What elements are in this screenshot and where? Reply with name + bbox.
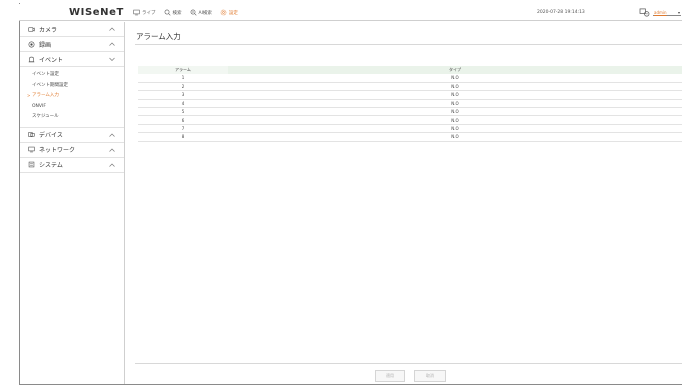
column-header-alarm: アラーム	[138, 66, 228, 74]
sidebar-item-device-label: デバイス	[39, 132, 63, 139]
sidebar-item-system[interactable]: システム	[20, 158, 124, 173]
column-header-type: タイプ	[228, 66, 682, 74]
submenu-alarm-input-label: アラーム入力	[32, 93, 59, 98]
chevron-up-icon	[109, 163, 115, 167]
sidebar-item-event[interactable]: イベント	[20, 52, 124, 67]
table-row[interactable]: 4 N.O	[138, 99, 682, 109]
alarm-input-table: アラーム タイプ 1 N.O 2 N.O 3 N.O 4 N.O 5 N.O 6 N.O 7…	[138, 66, 682, 142]
sidebar-item-network-label: ネットワーク	[39, 147, 76, 154]
sidebar-item-record-label: 録画	[39, 41, 52, 49]
sidebar-item-camera[interactable]: カメラ	[20, 22, 124, 37]
logo: WISeNeT	[69, 7, 124, 18]
logout-icon[interactable]	[639, 8, 650, 17]
alarm-number: 4	[138, 99, 228, 109]
top-menu: ライブ 検索 AI検索 設定	[133, 9, 238, 16]
alarm-type[interactable]: N.O	[228, 115, 682, 125]
menu-live[interactable]: ライブ	[133, 9, 156, 16]
search-icon	[164, 9, 170, 16]
sidebar-item-device[interactable]: デバイス	[20, 128, 124, 143]
alarm-number: 3	[138, 90, 228, 100]
submenu-schedule[interactable]: スケジュール	[20, 112, 124, 123]
sidebar: カメラ 録画 イベント イベント設定 イベント期間設定 > アラーム入力 ONVI…	[20, 22, 125, 384]
chevron-up-icon	[109, 148, 115, 152]
alarm-number: 7	[138, 124, 228, 134]
alarm-type[interactable]: N.O	[228, 82, 682, 92]
record-icon	[28, 41, 35, 47]
user-dropdown[interactable]: admin ▾	[653, 9, 681, 16]
sidebar-item-camera-label: カメラ	[39, 26, 58, 34]
alarm-number: 6	[138, 115, 228, 125]
alarm-type[interactable]: N.O	[228, 124, 682, 134]
chevron-up-icon	[109, 42, 115, 46]
datetime: 2020-07-28 19:14:13	[537, 10, 585, 15]
alarm-number: 2	[138, 82, 228, 92]
sidebar-item-record[interactable]: 録画	[20, 37, 124, 52]
menu-settings[interactable]: 設定	[220, 9, 238, 16]
event-submenu: イベント設定 イベント期間設定 > アラーム入力 ONVIF スケジュール	[20, 67, 124, 128]
menu-search[interactable]: 検索	[164, 9, 182, 16]
chevron-up-icon	[109, 27, 115, 31]
sidebar-item-network[interactable]: ネットワーク	[20, 143, 124, 158]
camera-icon	[28, 26, 35, 32]
chevron-right-icon: >	[27, 93, 31, 98]
menu-ai-search[interactable]: AI検索	[190, 9, 212, 16]
table-row[interactable]: 2 N.O	[138, 82, 682, 92]
alarm-type[interactable]: N.O	[228, 99, 682, 109]
alarm-type[interactable]: N.O	[228, 90, 682, 100]
submenu-event-duration[interactable]: イベント期間設定	[20, 81, 124, 92]
apply-button[interactable]: 適用	[375, 370, 405, 382]
submenu-event-setup[interactable]: イベント設定	[20, 70, 124, 81]
alarm-number: 8	[138, 132, 228, 142]
menu-search-label: 検索	[172, 10, 182, 16]
alarm-number: 5	[138, 107, 228, 117]
alarm-type[interactable]: N.O	[228, 132, 682, 142]
main-content: アラーム入力 アラーム タイプ 1 N.O 2 N.O 3 N.O 4 N.O 5 N.O…	[126, 22, 682, 384]
network-icon	[28, 146, 35, 153]
sidebar-item-system-label: システム	[39, 162, 63, 169]
system-icon	[28, 161, 35, 168]
submenu-onvif[interactable]: ONVIF	[20, 102, 124, 113]
table-row[interactable]: 5 N.O	[138, 107, 682, 117]
chevron-down-icon: ▾	[677, 9, 680, 15]
table-header: アラーム タイプ	[138, 66, 682, 74]
table-row[interactable]: 1 N.O	[138, 74, 682, 83]
gear-icon	[220, 9, 227, 16]
table-row[interactable]: 3 N.O	[138, 90, 682, 100]
table-row[interactable]: 7 N.O	[138, 124, 682, 134]
chevron-up-icon	[109, 133, 115, 137]
top-icons: admin ▾	[639, 8, 682, 17]
submenu-alarm-input[interactable]: > アラーム入力	[20, 91, 124, 102]
menu-live-label: ライブ	[142, 10, 156, 16]
device-icon	[28, 132, 35, 137]
monitor-icon	[133, 9, 140, 16]
alarm-number: 1	[138, 74, 228, 83]
page-title: アラーム入力	[136, 32, 181, 41]
sidebar-item-event-label: イベント	[39, 56, 64, 64]
cancel-button[interactable]: 取消	[414, 370, 446, 382]
ai-search-icon	[190, 9, 196, 16]
alarm-type[interactable]: N.O	[228, 74, 682, 83]
table-row[interactable]: 8 N.O	[138, 132, 682, 142]
chevron-down-icon	[109, 57, 115, 61]
bottom-divider	[135, 363, 682, 364]
menu-settings-label: 設定	[228, 10, 238, 16]
event-icon	[28, 56, 35, 62]
alarm-type[interactable]: N.O	[228, 107, 682, 117]
menu-ai-search-label: AI検索	[198, 10, 212, 16]
table-row[interactable]: 6 N.O	[138, 115, 682, 125]
user-name: admin	[654, 9, 667, 15]
top-bar: WISeNeT ライブ 検索 AI検索 設定 2020-07-28 19:14:…	[19, 4, 682, 21]
title-divider	[135, 44, 682, 45]
